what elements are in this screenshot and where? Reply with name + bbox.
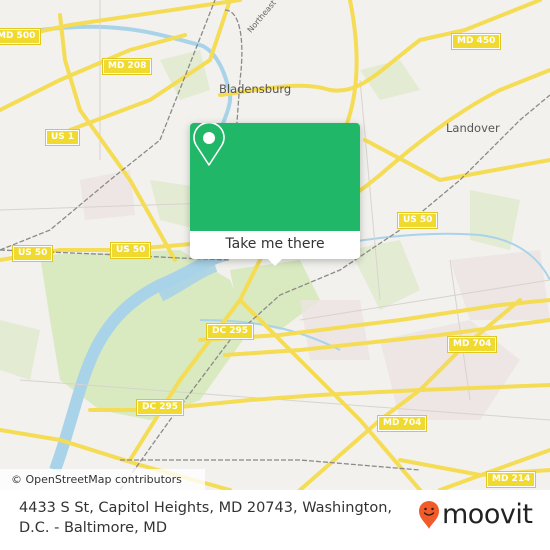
moovit-wordmark: moovit [442, 498, 533, 530]
address-text: 4433 S St, Capitol Heights, MD 20743, Wa… [19, 500, 393, 536]
route-shield: US 1 [44, 129, 81, 146]
moovit-pin-icon [419, 501, 439, 529]
place-label: Bladensburg [219, 82, 292, 96]
route-shield: US 50 [109, 242, 152, 259]
route-shield: MD 500 [0, 28, 42, 45]
map-view[interactable]: MD 500 MD 208 MD 450 US 1 US 50 US 50 US… [0, 0, 550, 490]
route-shield: MD 208 [101, 58, 153, 75]
route-shield: US 50 [11, 245, 54, 262]
destination-popup: Take me there [190, 123, 360, 266]
route-shield: MD 704 [446, 336, 498, 353]
map-attribution[interactable]: © OpenStreetMap contributors [0, 469, 205, 490]
place-label: Landover [446, 121, 500, 135]
popup-header [190, 123, 360, 231]
route-shield: US 50 [396, 212, 439, 229]
route-shield: MD 214 [485, 471, 537, 488]
route-shield: DC 295 [136, 399, 184, 416]
take-me-there-button[interactable]: Take me there [190, 231, 360, 259]
route-shield: DC 295 [206, 323, 254, 340]
popup-pointer [266, 257, 284, 266]
route-shield: MD 450 [450, 33, 502, 50]
footer: 4433 S St, Capitol Heights, MD 20743, Wa… [0, 490, 550, 550]
map-pin-icon [193, 123, 225, 166]
moovit-logo[interactable]: moovit [418, 498, 533, 530]
route-shield: MD 704 [376, 415, 428, 432]
